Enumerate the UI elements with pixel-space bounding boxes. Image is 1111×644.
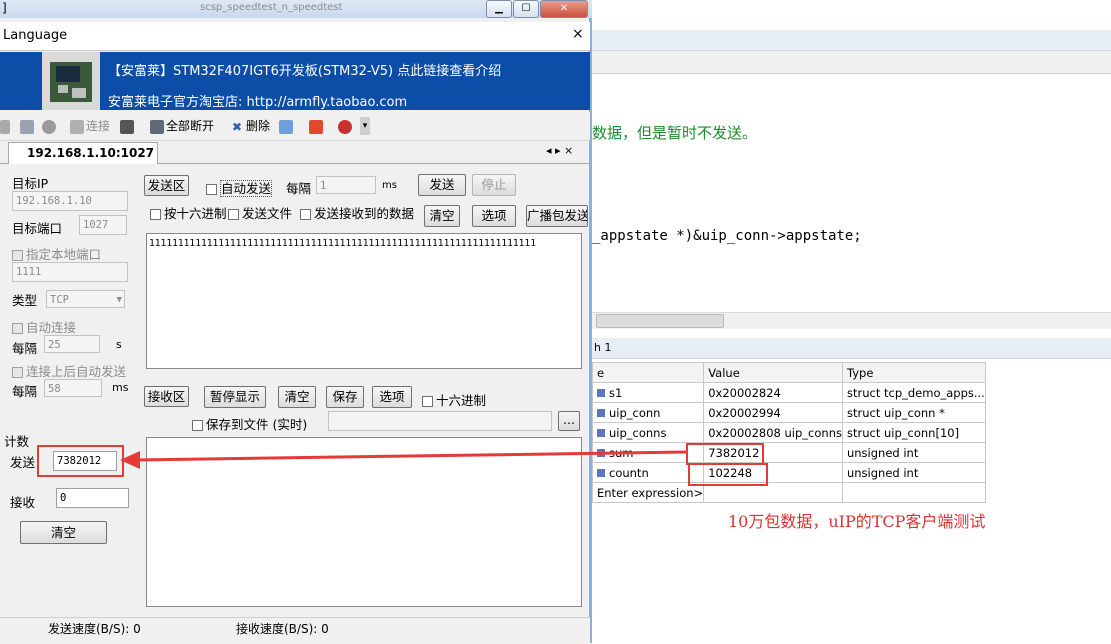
arrow-head xyxy=(120,451,140,469)
annotation-arrow xyxy=(120,450,687,469)
arrow-line xyxy=(135,450,687,462)
